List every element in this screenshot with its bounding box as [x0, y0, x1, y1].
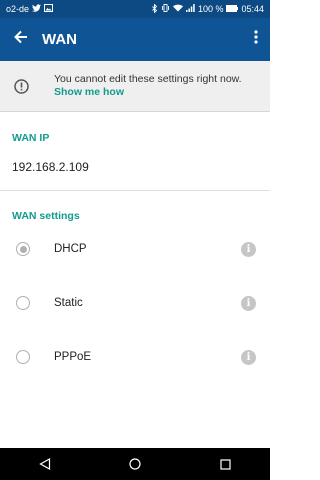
back-arrow-icon — [14, 30, 28, 49]
banner-message: You cannot edit these settings right now… — [54, 73, 242, 85]
app-bar: WAN — [0, 18, 270, 61]
more-vert-icon — [254, 30, 258, 49]
option-label: PPPoE — [54, 351, 92, 363]
wifi-icon — [172, 4, 183, 14]
wan-ip-value: 192.168.2.109 — [12, 160, 89, 174]
vibrate-icon — [161, 4, 170, 14]
nav-recents-button[interactable] — [205, 448, 245, 480]
show-me-how-link[interactable]: Show me how — [54, 86, 242, 99]
wan-ip-heading: WAN IP — [12, 132, 50, 144]
photo-icon — [44, 4, 54, 14]
info-icon[interactable]: i — [241, 349, 256, 365]
system-nav-bar — [0, 448, 270, 480]
triangle-back-icon — [39, 458, 51, 470]
nav-home-button[interactable] — [115, 448, 155, 480]
square-recents-icon — [219, 458, 231, 470]
option-label: DHCP — [54, 243, 87, 255]
radio-static[interactable] — [16, 296, 30, 310]
twitter-icon — [32, 4, 42, 14]
option-static[interactable]: Static i — [0, 283, 270, 323]
battery-percent: 100 % — [197, 4, 224, 14]
option-pppoe[interactable]: PPPoE i — [0, 337, 270, 377]
battery-icon — [226, 4, 239, 14]
info-icon[interactable]: i — [241, 295, 256, 311]
status-bar: o2-de 100 % 05:44 — [0, 0, 270, 18]
option-dhcp[interactable]: DHCP i — [0, 229, 270, 269]
option-label: Static — [54, 297, 83, 309]
nav-back-button[interactable] — [25, 448, 65, 480]
bluetooth-icon — [152, 2, 158, 15]
divider — [0, 190, 270, 191]
info-banner: You cannot edit these settings right now… — [0, 61, 270, 112]
clock: 05:44 — [241, 4, 264, 14]
radio-pppoe[interactable] — [16, 350, 30, 364]
back-button[interactable] — [0, 18, 42, 61]
carrier-label: o2-de — [6, 4, 30, 14]
circle-home-icon — [129, 458, 141, 470]
wan-settings-heading: WAN settings — [12, 210, 80, 222]
info-icon[interactable]: i — [241, 241, 256, 257]
alert-circle-icon — [0, 78, 42, 94]
page-title: WAN — [42, 31, 77, 48]
signal-icon — [185, 4, 195, 14]
radio-dhcp[interactable] — [16, 242, 30, 256]
overflow-menu-button[interactable] — [242, 18, 270, 61]
